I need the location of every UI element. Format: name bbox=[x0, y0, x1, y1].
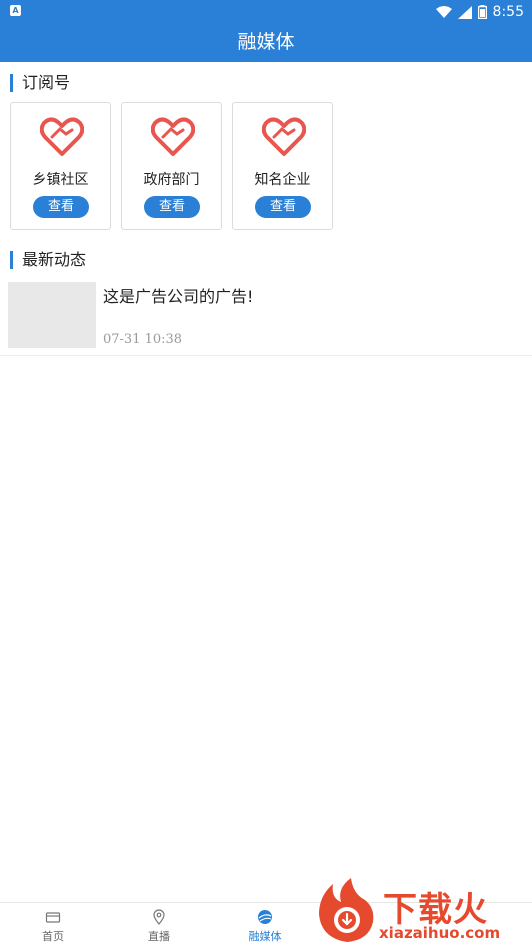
subscription-card[interactable]: 政府部门 查看 bbox=[121, 102, 222, 230]
tab-label: 直播 bbox=[148, 930, 170, 943]
view-button[interactable]: 查看 bbox=[255, 196, 311, 218]
wifi-icon bbox=[435, 5, 452, 18]
news-thumbnail bbox=[8, 282, 96, 348]
page-title: 融媒体 bbox=[237, 31, 295, 53]
subscription-name: 知名企业 bbox=[254, 172, 311, 188]
clock: 8:55 bbox=[492, 4, 524, 20]
subscription-card[interactable]: 乡镇社区 查看 bbox=[10, 102, 111, 230]
view-button[interactable]: 查看 bbox=[144, 196, 200, 218]
location-pin-icon bbox=[153, 909, 165, 925]
watermark: 下载火 xiazaihuo.com bbox=[315, 876, 532, 946]
view-button[interactable]: 查看 bbox=[33, 196, 89, 218]
signal-icon bbox=[457, 5, 472, 19]
tab-media[interactable]: 融媒体 bbox=[212, 903, 318, 947]
globe-icon bbox=[258, 910, 272, 924]
tab-label: 融媒体 bbox=[248, 930, 282, 943]
battery-icon bbox=[477, 5, 487, 19]
heart-hand-icon bbox=[151, 117, 195, 156]
notification-app-icon: A bbox=[10, 5, 21, 16]
tab-label: 首页 bbox=[42, 930, 64, 943]
status-icons: 8:55 bbox=[435, 2, 524, 22]
home-card-icon bbox=[45, 912, 61, 923]
app-header: 融媒体 bbox=[0, 24, 532, 62]
news-list-item[interactable]: 这是广告公司的广告! 07-31 10:38 bbox=[0, 280, 532, 356]
news-timestamp: 07-31 10:38 bbox=[103, 332, 183, 347]
tab-live[interactable]: 直播 bbox=[106, 903, 212, 947]
status-bar: A 8:55 bbox=[0, 0, 532, 24]
news-title: 这是广告公司的广告! bbox=[103, 287, 254, 306]
subscription-card[interactable]: 知名企业 查看 bbox=[232, 102, 333, 230]
tab-home[interactable]: 首页 bbox=[0, 903, 106, 947]
heart-hand-icon bbox=[262, 117, 306, 156]
subscription-name: 政府部门 bbox=[143, 172, 200, 188]
watermark-url: xiazaihuo.com bbox=[379, 924, 501, 942]
subscription-name: 乡镇社区 bbox=[32, 172, 89, 188]
heart-hand-icon bbox=[40, 117, 84, 156]
subscription-cards: 乡镇社区 查看 政府部门 查看 知名企业 查看 bbox=[10, 102, 333, 230]
flame-logo-icon bbox=[319, 878, 374, 942]
subscriptions-section-title: 订阅号 bbox=[10, 74, 70, 92]
latest-section-title: 最新动态 bbox=[10, 251, 86, 269]
